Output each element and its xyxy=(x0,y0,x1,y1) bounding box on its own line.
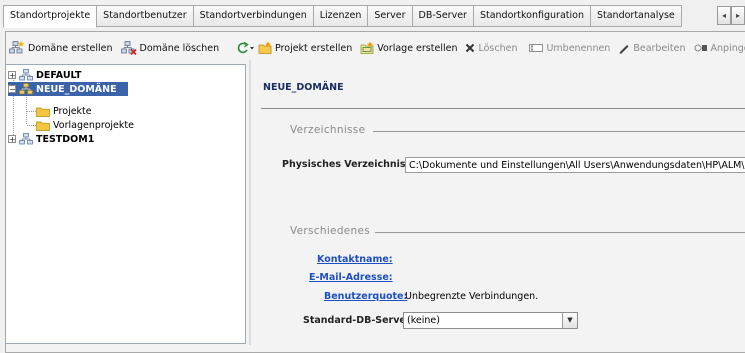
tab-db-server[interactable]: DB-Server xyxy=(412,5,474,27)
rename-label: Umbenennen xyxy=(546,42,611,54)
tab-standortprojekte[interactable]: Standortprojekte xyxy=(3,5,98,28)
pencil-icon xyxy=(619,45,629,54)
tab-scroll-left-button[interactable]: ◂ xyxy=(717,6,731,25)
domain-details-panel: NEUE_DOMÄNE Verzeichnisse Physisches Ver… xyxy=(251,61,745,345)
tree-node-projekte[interactable]: Projekte xyxy=(36,104,92,118)
email-address-link[interactable]: E-Mail-Adresse: xyxy=(309,272,393,283)
section-divider xyxy=(375,232,745,233)
folder-icon xyxy=(36,121,50,131)
section-heading-misc: Verschiedenes xyxy=(290,225,371,237)
default-db-server-value: (keine) xyxy=(407,315,440,326)
tab-scroll-right-button[interactable]: ▸ xyxy=(731,6,745,25)
project-toolbar: Projekt erstellen Vorlage erstellen Lösc… xyxy=(250,33,745,63)
folder-icon xyxy=(36,107,50,117)
create-project-icon xyxy=(258,41,272,54)
rename-icon xyxy=(529,44,544,52)
delete-domain-label: Domäne löschen xyxy=(139,42,220,54)
chevron-down-icon[interactable]: ▼ xyxy=(562,313,577,328)
domain-title: NEUE_DOMÄNE xyxy=(263,82,344,93)
create-project-label: Projekt erstellen xyxy=(275,42,353,54)
domain-icon xyxy=(19,83,33,95)
tree-node-label: DEFAULT xyxy=(36,69,82,81)
section-divider xyxy=(373,131,745,132)
create-domain-button[interactable]: Domäne erstellen xyxy=(5,37,117,59)
tab-bar: Standortprojekte Standortbenutzer Stando… xyxy=(0,0,745,32)
default-db-server-label: Standard-DB-Server: xyxy=(303,315,415,326)
delete-domain-icon xyxy=(120,41,137,55)
tab-server[interactable]: Server xyxy=(368,5,413,27)
create-project-button[interactable]: Projekt erstellen xyxy=(254,37,356,59)
tab-strip: Standortprojekte Standortbenutzer Stando… xyxy=(3,5,682,28)
tab-standortverbindungen[interactable]: Standortverbindungen xyxy=(193,5,314,27)
domain-icon xyxy=(19,69,33,81)
tree-node-label: Projekte xyxy=(53,105,92,117)
create-template-button[interactable]: Vorlage erstellen xyxy=(356,37,461,59)
create-template-icon xyxy=(360,41,374,54)
edit-label: Bearbeiten xyxy=(633,42,686,54)
domain-tree: + DEFAULT − NEUE_DOMÄNE Projekte Vorlage… xyxy=(5,64,246,344)
tab-standortanalyse[interactable]: Standortanalyse xyxy=(590,5,682,27)
tree-node-default[interactable]: + DEFAULT xyxy=(8,68,82,82)
create-domain-icon xyxy=(9,41,24,54)
edit-button[interactable]: Bearbeiten xyxy=(614,37,689,59)
delete-domain-button[interactable]: Domäne löschen xyxy=(117,37,224,59)
section-heading-directories: Verzeichnisse xyxy=(290,124,366,136)
ping-label: Anpingen xyxy=(710,42,745,54)
tree-node-label: Vorlagenprojekte xyxy=(53,119,134,131)
tab-lizenzen[interactable]: Lizenzen xyxy=(313,5,369,27)
domain-icon xyxy=(19,133,33,145)
create-template-label: Vorlage erstellen xyxy=(377,42,458,54)
title-divider xyxy=(261,108,745,109)
collapse-icon[interactable]: − xyxy=(8,85,16,94)
delete-button[interactable]: Löschen xyxy=(461,37,521,59)
tree-node-label: TESTDOM1 xyxy=(36,133,95,145)
tree-guide-line xyxy=(27,125,36,126)
tree-guide-line xyxy=(27,111,36,112)
create-domain-label: Domäne erstellen xyxy=(28,42,113,54)
contact-name-link[interactable]: Kontaktname: xyxy=(317,254,393,265)
physical-directory-label: Physisches Verzeichnis: xyxy=(282,159,410,170)
tree-node-vorlagenprojekte[interactable]: Vorlagenprojekte xyxy=(36,118,134,132)
tab-scroll-buttons: ◂ ▸ xyxy=(717,6,745,25)
user-quota-value: Unbegrenzte Verbindungen. xyxy=(405,291,539,302)
delete-label: Löschen xyxy=(478,42,518,54)
tree-node-neue-domaene[interactable]: − NEUE_DOMÄNE xyxy=(8,82,128,96)
expand-icon[interactable]: + xyxy=(8,71,16,80)
default-db-server-select[interactable]: (keine) ▼ xyxy=(403,312,578,329)
ping-icon xyxy=(694,44,707,52)
expand-icon[interactable]: + xyxy=(8,135,16,144)
delete-icon xyxy=(466,43,475,53)
tree-node-label: NEUE_DOMÄNE xyxy=(36,83,117,95)
ping-button[interactable]: Anpingen xyxy=(690,37,745,59)
tab-standortkonfiguration[interactable]: Standortkonfiguration xyxy=(473,5,591,27)
rename-button[interactable]: Umbenennen xyxy=(525,37,614,59)
physical-directory-field[interactable]: C:\Dokumente und Einstellungen\All Users… xyxy=(405,157,745,173)
tree-node-testdom1[interactable]: + TESTDOM1 xyxy=(8,132,94,146)
user-quota-link[interactable]: Benutzerquote: xyxy=(324,291,407,302)
tab-standortbenutzer[interactable]: Standortbenutzer xyxy=(97,5,194,27)
domain-toolbar: Domäne erstellen Domäne löschen xyxy=(5,33,255,63)
